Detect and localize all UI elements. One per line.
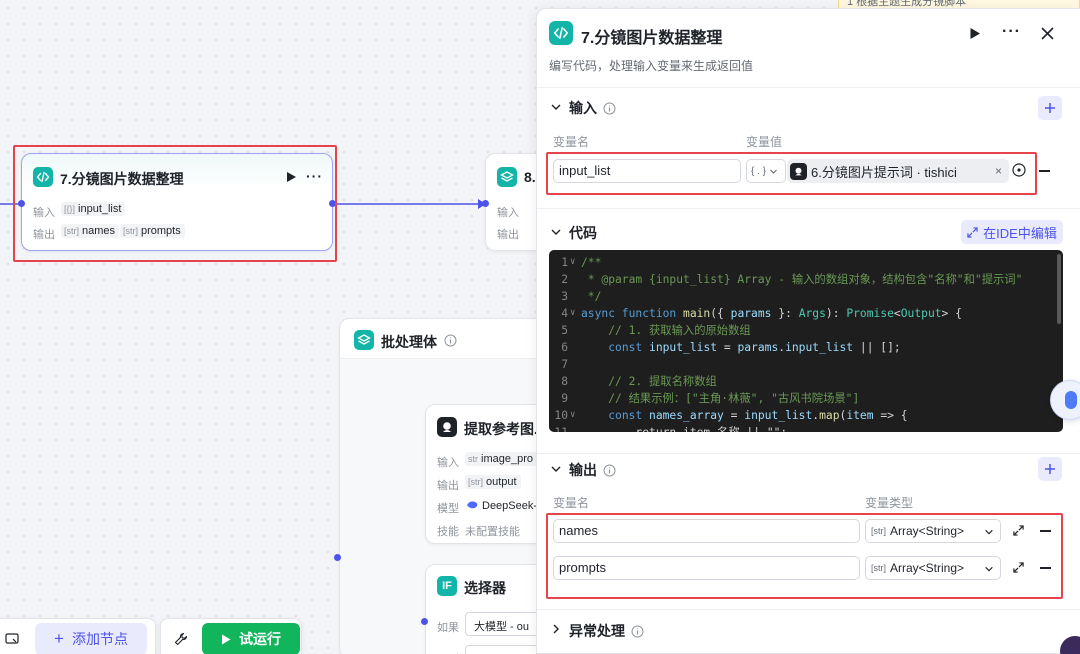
more-icon[interactable]: ···	[306, 168, 323, 184]
bottom-toolbar-right: 试运行	[160, 618, 302, 654]
code-icon	[549, 21, 573, 45]
input-var-tag: [{}] input_list	[61, 202, 126, 216]
deepseek-icon	[466, 500, 478, 510]
output-var-name-field[interactable]: names	[553, 519, 860, 543]
node-8-in-port[interactable]	[482, 200, 489, 207]
col-var-name: 变量名	[553, 496, 590, 510]
edit-in-ide-button[interactable]: 在IDE中编辑	[961, 220, 1063, 244]
output-var-tag: [str] prompts	[120, 224, 185, 238]
node-8-title: 8.	[524, 169, 536, 185]
input-ref-value[interactable]: 6.分镜图片提示词 · tishici	[787, 159, 1009, 183]
chevron-down-icon	[985, 566, 993, 572]
chevron-down-icon[interactable]	[550, 226, 562, 238]
panel-title[interactable]: 7.分镜图片数据整理	[581, 24, 722, 48]
output-var-tag: [str] names	[61, 224, 120, 238]
llm-icon	[790, 162, 807, 180]
col-var-value: 变量值	[746, 135, 783, 149]
chevron-down-icon	[985, 529, 993, 535]
info-icon	[603, 102, 616, 114]
output-label: 输出	[437, 480, 459, 492]
code-node-card[interactable]: 7.分镜图片数据整理 ··· 输入 [{}] input_list 输出 [str…	[21, 153, 333, 251]
layers-icon	[497, 167, 517, 187]
variable-picker-icon[interactable]	[1012, 163, 1026, 177]
run-icon[interactable]	[969, 27, 981, 40]
output-var-name-field[interactable]: prompts	[553, 556, 860, 580]
selector-icon: IF	[437, 576, 457, 596]
output-section-title[interactable]: 输出	[569, 460, 616, 480]
minimap-icon[interactable]	[5, 633, 19, 645]
info-icon	[603, 464, 616, 476]
assistant-icon	[1065, 391, 1077, 409]
selector-title: 选择器	[464, 580, 506, 596]
add-node-button[interactable]: + 添加节点	[35, 623, 147, 654]
input-var-tag: str image_pro	[465, 452, 537, 466]
code-section-title[interactable]: 代码	[569, 223, 597, 243]
output-type-select[interactable]: [str] Array<String>	[865, 556, 1001, 580]
code-icon	[33, 167, 53, 187]
remove-output-button[interactable]	[1040, 530, 1051, 532]
info-icon	[631, 625, 644, 637]
input-var-name-field[interactable]: input_list	[553, 159, 741, 183]
output-var-tag: [str] output	[465, 475, 521, 489]
output-label: 输出	[33, 229, 55, 241]
node-config-panel: 7.分镜图片数据整理 ··· 编写代码，处理输入变量来生成返回值 输入 变量名 …	[536, 8, 1080, 654]
batch-out-port[interactable]	[334, 554, 341, 561]
code-node-title: 7.分镜图片数据整理	[60, 171, 184, 187]
add-output-button[interactable]	[1038, 457, 1062, 481]
error-section-title[interactable]: 异常处理	[569, 621, 644, 641]
if-label: 如果	[437, 622, 459, 634]
selector-in-port[interactable]	[421, 618, 428, 625]
clear-icon[interactable]: ×	[995, 164, 1002, 178]
add-input-button[interactable]	[1038, 96, 1062, 120]
output-type-select[interactable]: [str] Array<String>	[865, 519, 1001, 543]
batch-title: 批处理体	[381, 334, 437, 350]
model-label: 模型	[437, 503, 459, 515]
info-icon	[444, 334, 457, 347]
play-icon	[222, 634, 231, 644]
skill-label: 技能	[437, 526, 459, 538]
expand-icon	[967, 226, 978, 238]
skill-value: 未配置技能	[465, 526, 520, 538]
bottom-toolbar-left: + 添加节点	[0, 618, 156, 654]
expand-icon[interactable]	[1013, 525, 1024, 536]
close-icon[interactable]	[1041, 27, 1054, 40]
chevron-right-icon[interactable]	[550, 623, 562, 635]
input-label: 输入	[437, 457, 459, 469]
code-editor[interactable]: 1 ∨/** 2 * @param {input_list} Array - 输入…	[549, 250, 1063, 432]
col-var-type: 变量类型	[865, 496, 914, 510]
input-label: 输入	[497, 207, 519, 219]
chevron-down-icon[interactable]	[550, 463, 562, 475]
output-label: 输出	[497, 229, 519, 241]
llm-node-title: 提取参考图...	[464, 421, 546, 437]
batch-icon	[354, 330, 374, 350]
input-label: 输入	[33, 207, 55, 219]
test-run-button[interactable]: 试运行	[202, 623, 300, 654]
more-icon[interactable]: ···	[1002, 23, 1021, 41]
chevron-down-icon	[770, 169, 777, 174]
code-scrollbar[interactable]	[1057, 254, 1061, 324]
col-var-name: 变量名	[553, 135, 590, 149]
play-icon[interactable]	[285, 171, 297, 183]
code-node-in-port[interactable]	[18, 200, 25, 207]
panel-description: 编写代码，处理输入变量来生成返回值	[549, 59, 754, 73]
code-node-out-port[interactable]	[329, 200, 336, 207]
remove-input-button[interactable]	[1039, 170, 1050, 172]
plus-icon: +	[54, 629, 64, 648]
wrench-icon[interactable]	[174, 632, 188, 646]
input-section-title[interactable]: 输入	[569, 98, 616, 118]
input-type-select[interactable]: { . }	[746, 159, 786, 183]
remove-output-button[interactable]	[1040, 567, 1051, 569]
chevron-down-icon[interactable]	[550, 101, 562, 113]
expand-icon[interactable]	[1013, 562, 1024, 573]
llm-icon	[437, 417, 457, 437]
